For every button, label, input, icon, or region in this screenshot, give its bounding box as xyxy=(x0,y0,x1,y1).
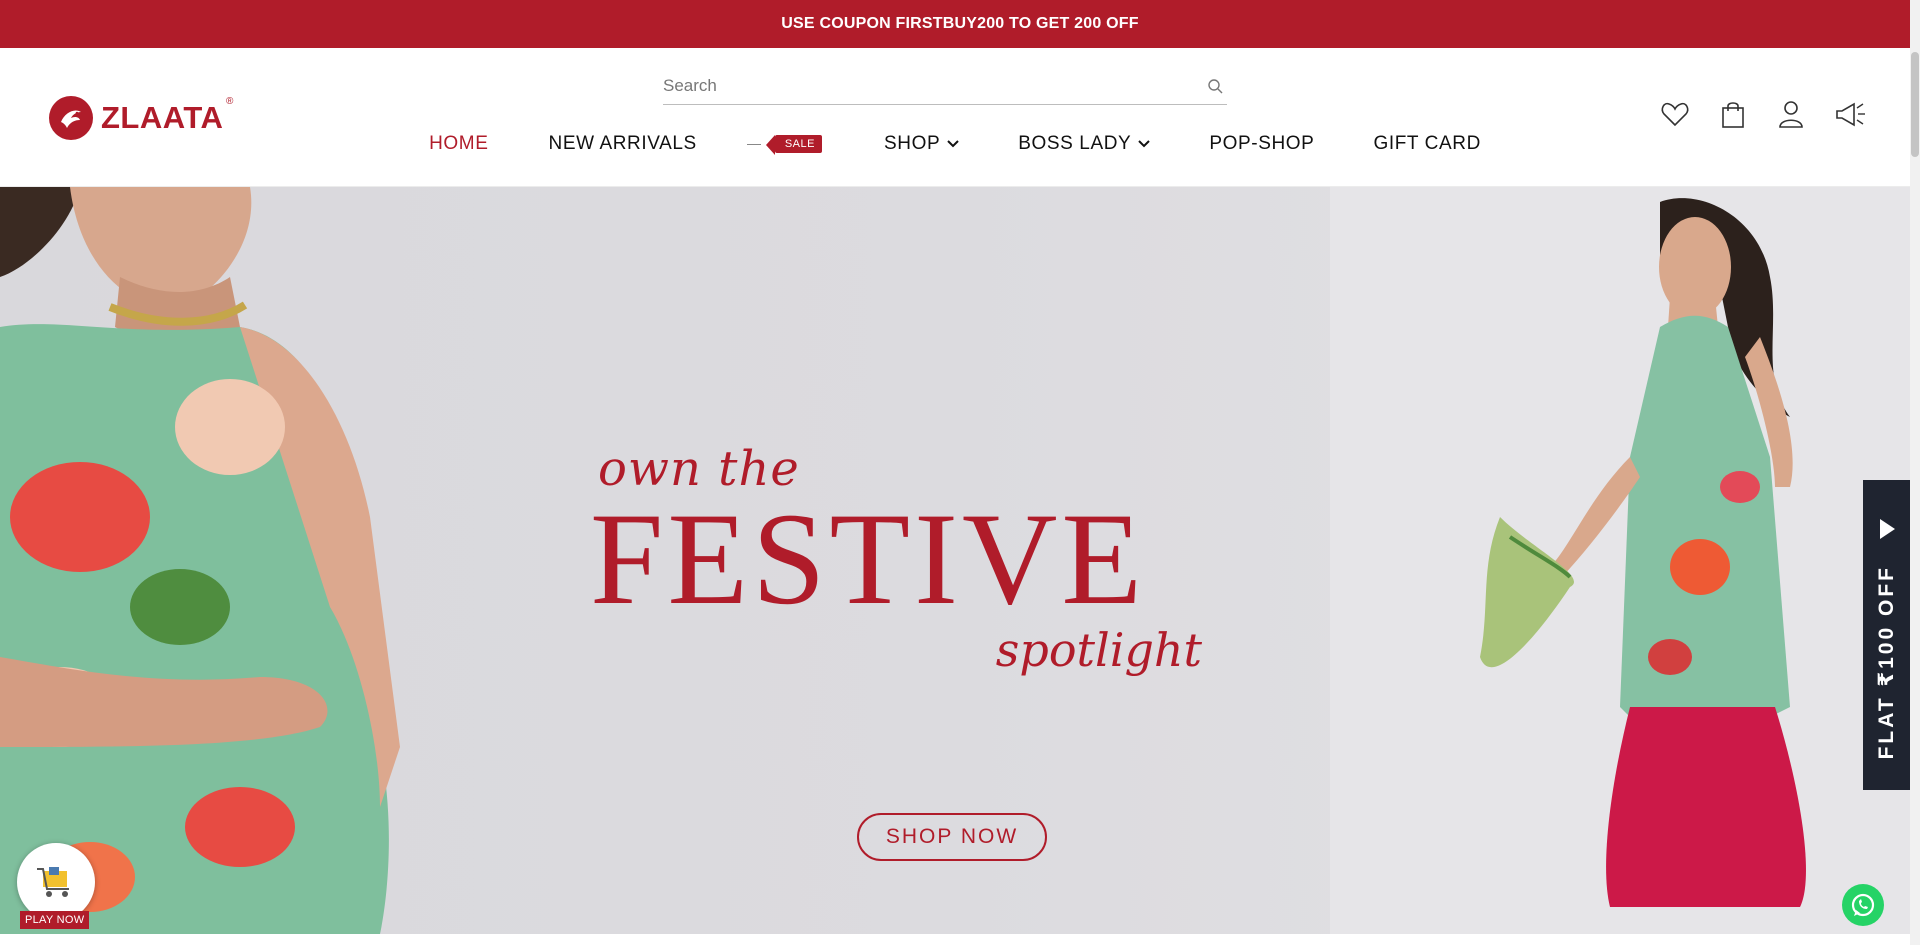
chevron-down-icon xyxy=(1137,133,1151,155)
play-now-label: PLAY NOW xyxy=(20,911,90,929)
chevron-down-icon xyxy=(946,133,960,155)
announcement-bar: USE COUPON FIRSTBUY200 TO GET 200 OFF xyxy=(0,0,1920,48)
brand-name: ZLAATA xyxy=(101,100,224,135)
hero-headline: own the FESTIVE spotlight xyxy=(590,441,1220,677)
nav-item-sale[interactable]: SALE xyxy=(746,135,822,155)
registered-mark: ® xyxy=(226,96,234,107)
nav-label: SHOP xyxy=(883,133,941,154)
nav-label: GIFT CARD xyxy=(1373,133,1481,154)
flat-discount-tab[interactable]: FLAT ₹100 OFF xyxy=(1863,480,1910,790)
search-icon[interactable] xyxy=(1207,78,1223,99)
shop-now-button[interactable]: SHOP NOW xyxy=(857,813,1047,861)
nav-item-gift-card[interactable]: GIFT CARD xyxy=(1373,133,1480,155)
nav-item-boss-lady[interactable]: BOSS LADY xyxy=(1018,133,1151,155)
scrollbar-thumb[interactable] xyxy=(1911,52,1919,157)
search-bar xyxy=(663,68,1227,105)
nav-item-pop-shop[interactable]: POP-SHOP xyxy=(1209,133,1314,155)
shopping-cart-icon xyxy=(37,867,69,897)
hero-banner[interactable]: own the FESTIVE spotlight SHOP NOW xyxy=(0,187,1910,934)
search-input[interactable] xyxy=(663,76,1183,96)
main-nav: HOME NEW ARRIVALS SALE SHOP BOSS LADY PO… xyxy=(0,133,1910,155)
tag-string xyxy=(746,143,761,145)
model-left-image xyxy=(0,187,400,934)
play-game-button[interactable]: PLAY NOW xyxy=(17,843,95,929)
flat-discount-label: FLAT ₹100 OFF xyxy=(1874,565,1898,760)
header-icons xyxy=(1660,99,1865,129)
play-icon xyxy=(1878,518,1896,545)
nav-label: POP-SHOP xyxy=(1209,133,1315,154)
nav-label: NEW ARRIVALS xyxy=(548,133,697,154)
announcement-text: USE COUPON FIRSTBUY200 TO GET 200 OFF xyxy=(781,15,1139,32)
bag-icon[interactable] xyxy=(1718,99,1748,129)
heart-icon[interactable] xyxy=(1660,99,1690,129)
page-scrollbar[interactable] xyxy=(1910,0,1920,945)
site-header: ZLAATA ® HOME NEW ARRIVALS SALE SHOP xyxy=(0,48,1910,187)
user-icon[interactable] xyxy=(1776,99,1806,129)
whatsapp-icon[interactable] xyxy=(1842,884,1884,926)
nav-label: BOSS LADY xyxy=(1018,133,1132,154)
nav-item-shop[interactable]: SHOP xyxy=(884,133,960,155)
hero-line-festive: FESTIVE xyxy=(590,485,1146,632)
nav-item-home[interactable]: HOME xyxy=(429,133,488,155)
nav-item-new-arrivals[interactable]: NEW ARRIVALS xyxy=(549,133,697,155)
model-right-image xyxy=(1480,198,1806,907)
megaphone-icon[interactable] xyxy=(1834,99,1865,129)
sale-tag-label: SALE xyxy=(765,135,822,155)
nav-label: HOME xyxy=(429,133,489,154)
